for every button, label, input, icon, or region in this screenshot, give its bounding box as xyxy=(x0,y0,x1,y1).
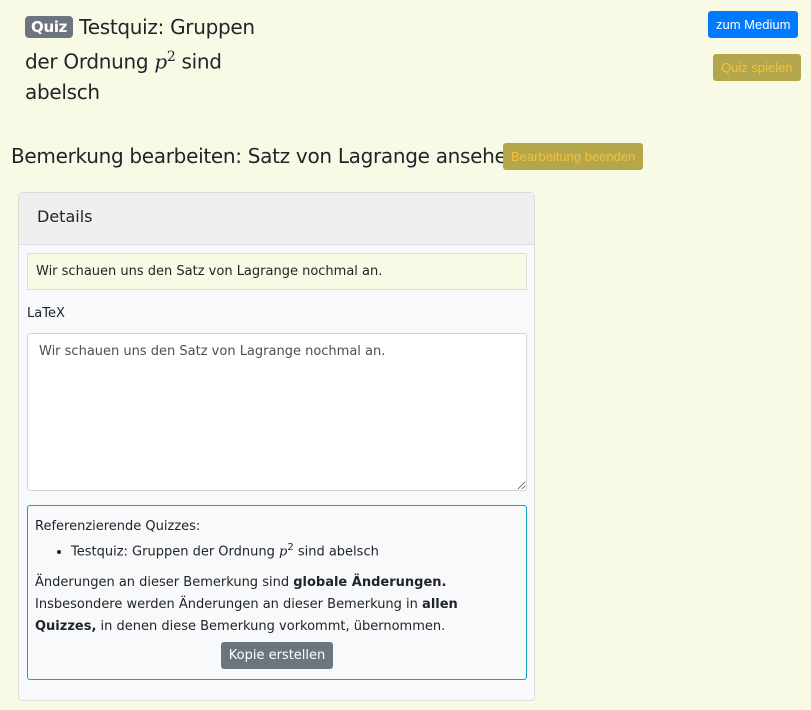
notice-text: Änderungen an dieser Bemerkung sind xyxy=(35,575,294,591)
latex-label: LaTeX xyxy=(27,306,65,321)
create-copy-button[interactable]: Kopie erstellen xyxy=(220,642,334,670)
quiz-title: Quiz Testquiz: Gruppen der Ordnung p2 si… xyxy=(25,12,265,107)
ref-text-end: sind abelsch xyxy=(293,544,379,560)
references-label: Referenzierende Quizzes: xyxy=(35,519,201,534)
quiz-badge: Quiz xyxy=(25,16,74,38)
rendered-preview: Wir schauen uns den Satz von Lagrange no… xyxy=(27,253,527,290)
referencing-quiz-list: Testquiz: Gruppen der Ordnung p2 sind ab… xyxy=(35,538,519,562)
notice-text: in denen diese Bemerkung vorkommt, übern… xyxy=(96,619,446,635)
latex-input[interactable]: Wir schauen uns den Satz von Lagrange no… xyxy=(27,333,527,491)
references-info-box: Referenzierende Quizzes: Testquiz: Grupp… xyxy=(27,505,527,680)
page-title: Bemerkung bearbeiten: Satz von Lagrange … xyxy=(11,144,519,168)
title-math: p xyxy=(154,49,167,74)
card-header: Details xyxy=(19,193,534,245)
title-sup: 2 xyxy=(166,49,176,65)
referencing-quiz-item[interactable]: Testquiz: Gruppen der Ordnung p2 sind ab… xyxy=(71,538,519,562)
to-medium-button[interactable]: zum Medium xyxy=(708,11,799,38)
ref-text: Testquiz: Gruppen der Ordnung xyxy=(71,544,279,560)
play-quiz-button[interactable]: Quiz spielen xyxy=(713,54,801,81)
notice-text: Insbesondere werden Änderungen an dieser… xyxy=(35,597,423,613)
details-card: Details Wir schauen uns den Satz von Lag… xyxy=(18,192,535,701)
notice-bold: globale Änderungen. xyxy=(293,575,447,591)
end-editing-button[interactable]: Bearbeitung beenden xyxy=(503,143,644,170)
global-change-notice: Änderungen an dieser Bemerkung sind glob… xyxy=(35,572,519,638)
